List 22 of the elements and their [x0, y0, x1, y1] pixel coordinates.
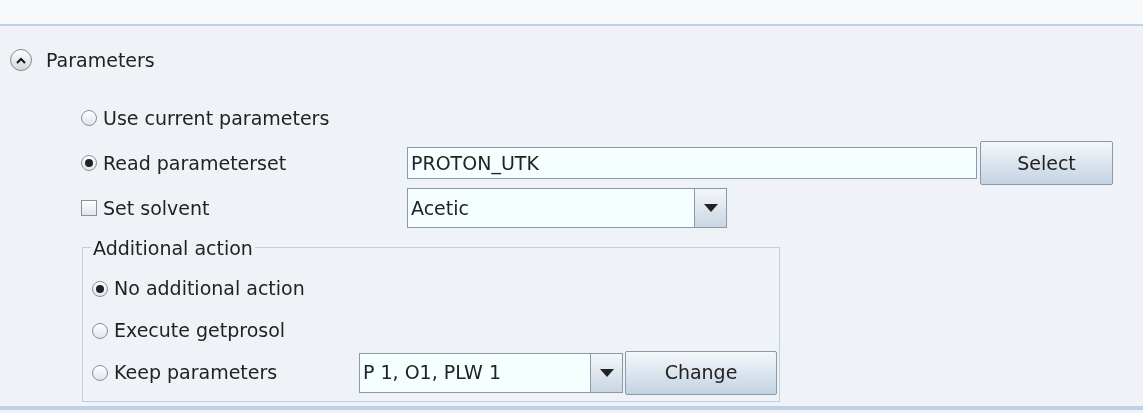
caret-icon: [703, 204, 718, 212]
collapse-toggle[interactable]: [10, 49, 32, 72]
dropdown[interactable]: Acetic: [407, 188, 727, 228]
option-label: Set solvent: [103, 195, 210, 221]
option-label: Keep parameters: [114, 360, 278, 386]
option-label: Read parameterset: [103, 150, 287, 176]
chevron-icon: [16, 56, 26, 64]
option-label: No additional action: [114, 276, 305, 302]
radio-button[interactable]: [92, 364, 108, 381]
radio-button[interactable]: [81, 155, 97, 171]
option-label: Execute getprosol: [114, 318, 286, 344]
action-button[interactable]: Select: [980, 141, 1113, 185]
option-label: Use current parameters: [103, 105, 330, 131]
section-title: Parameters: [46, 48, 155, 73]
radio-button[interactable]: [92, 322, 108, 339]
checkbox[interactable]: [81, 200, 97, 216]
radio-button[interactable]: [81, 110, 97, 126]
dropdown[interactable]: P 1, O1, PLW 1: [359, 352, 623, 393]
text-field[interactable]: PROTON_UTK: [407, 147, 977, 179]
radio-button[interactable]: [92, 280, 108, 297]
action-button[interactable]: Change: [625, 350, 777, 395]
caret-icon: [599, 368, 614, 377]
